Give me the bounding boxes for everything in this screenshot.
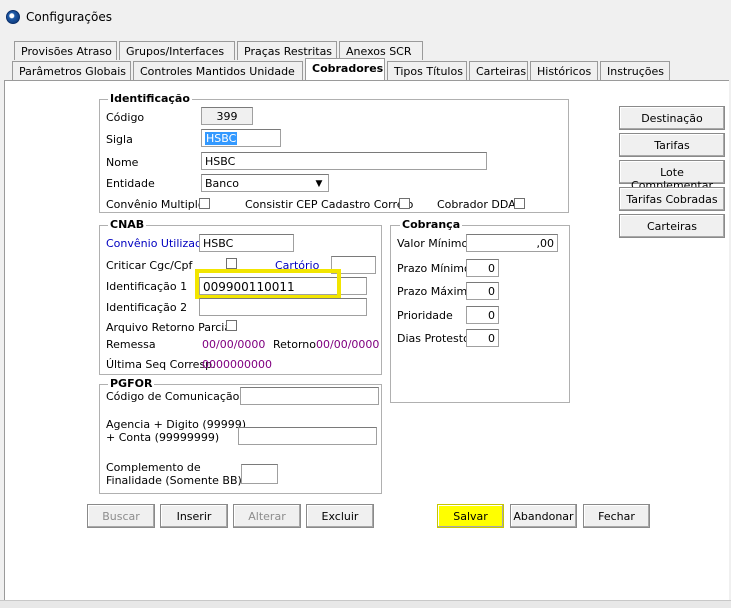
- tab-grupos-interfaces[interactable]: Grupos/Interfaces: [119, 41, 235, 60]
- agencia-label-line2: + Conta (99999999): [106, 431, 220, 444]
- consistir-cep-checkbox[interactable]: [399, 198, 410, 209]
- complemento-label-line1: Complemento de: [106, 461, 201, 474]
- fechar-button[interactable]: Fechar: [583, 504, 650, 528]
- codigo-comunicacao-field[interactable]: [240, 387, 379, 405]
- convenio-utilizado-field[interactable]: HSBC: [199, 234, 294, 252]
- sigla-value: HSBC: [205, 132, 238, 145]
- remessa-label: Remessa: [106, 338, 156, 351]
- valor-minimo-field[interactable]: ,00: [466, 234, 558, 252]
- arquivo-retorno-parcial-label: Arquivo Retorno Parcial: [106, 321, 235, 334]
- tab-carteiras[interactable]: Carteiras: [469, 61, 528, 80]
- codigo-label: Código: [106, 111, 145, 124]
- tab-parametros-globais[interactable]: Parâmetros Globais: [12, 61, 131, 80]
- identificacao-legend: Identificação: [108, 92, 192, 105]
- identificacao1-label: Identificação 1: [106, 280, 188, 293]
- sigla-label: Sigla: [106, 133, 133, 146]
- nome-field[interactable]: HSBC: [201, 152, 487, 170]
- title-bar: Configurações: [0, 0, 731, 34]
- identificacao2-label: Identificação 2: [106, 301, 188, 314]
- criticar-cgc-cpf-checkbox[interactable]: [226, 258, 237, 269]
- ultima-seq-label: Última Seq Corresp.: [106, 358, 216, 371]
- entidade-select[interactable]: Banco ▼: [201, 174, 329, 192]
- prioridade-label: Prioridade: [397, 309, 453, 322]
- consistir-cep-label: Consistir CEP Cadastro Correio: [245, 198, 414, 211]
- remessa-date: 00/00/0000: [202, 338, 266, 351]
- app-icon: [6, 10, 20, 24]
- prazo-maximo-field[interactable]: 0: [466, 282, 499, 300]
- window-title: Configurações: [26, 10, 112, 24]
- agencia-conta-field[interactable]: [238, 427, 377, 445]
- excluir-button[interactable]: Excluir: [306, 504, 374, 528]
- codigo-field: 399: [201, 107, 253, 125]
- criticar-cgc-cpf-label: Criticar Cgc/Cpf: [106, 259, 193, 272]
- convenio-multiplo-label: Convênio Multiplo: [106, 198, 205, 211]
- prazo-maximo-label: Prazo Máximo: [397, 285, 474, 298]
- chevron-down-icon[interactable]: ▼: [311, 176, 327, 191]
- sigla-field[interactable]: HSBC: [201, 129, 281, 147]
- tarifas-button[interactable]: Tarifas: [619, 133, 725, 157]
- convenio-multiplo-checkbox[interactable]: [199, 198, 210, 209]
- codigo-comunicacao-label: Código de Comunicação: [106, 390, 240, 403]
- entidade-value: Banco: [205, 177, 240, 190]
- valor-minimo-label: Valor Mínimo: [397, 237, 469, 250]
- nome-label: Nome: [106, 156, 139, 169]
- prazo-minimo-field[interactable]: 0: [466, 259, 499, 277]
- destinacao-button[interactable]: Destinação: [619, 106, 725, 130]
- complemento-label-line2: Finalidade (Somente BB): [106, 474, 242, 487]
- tab-historicos[interactable]: Históricos: [530, 61, 598, 80]
- complemento-field[interactable]: [241, 464, 278, 484]
- arquivo-retorno-parcial-checkbox[interactable]: [226, 320, 237, 331]
- cobranca-legend: Cobrança: [400, 218, 463, 231]
- cobrador-dda-label: Cobrador DDA: [437, 198, 516, 211]
- retorno-date: 00/00/0000: [316, 338, 380, 351]
- cobrador-dda-checkbox[interactable]: [514, 198, 525, 209]
- dias-protesto-field[interactable]: 0: [466, 329, 499, 347]
- inserir-button[interactable]: Inserir: [160, 504, 228, 528]
- identificacao2-field[interactable]: [199, 298, 367, 316]
- abandonar-button[interactable]: Abandonar: [510, 504, 577, 528]
- convenio-utilizado-link[interactable]: Convênio Utilizado: [106, 237, 209, 250]
- prazo-minimo-label: Prazo Mínimo: [397, 262, 471, 275]
- alterar-button[interactable]: Alterar: [233, 504, 301, 528]
- tab-cobradores[interactable]: Cobradores: [305, 58, 385, 80]
- tab-provisoes-atraso[interactable]: Provisões Atraso: [14, 41, 117, 60]
- lote-complementar-button[interactable]: Lote Complementar: [619, 160, 725, 192]
- carteiras-button[interactable]: Carteiras: [619, 214, 725, 238]
- pgfor-legend: PGFOR: [108, 377, 155, 390]
- dias-protesto-label: Dias Protesto: [397, 332, 470, 345]
- salvar-button[interactable]: Salvar: [437, 504, 504, 528]
- entidade-label: Entidade: [106, 177, 155, 190]
- retorno-label: Retorno: [273, 338, 316, 351]
- ultima-seq-value: 0000000000: [202, 358, 272, 371]
- agencia-label-line1: Agencia + Digito (99999): [106, 418, 246, 431]
- tab-tipos-titulos[interactable]: Tipos Títulos: [387, 61, 467, 80]
- tab-controles-mantidos-unidade[interactable]: Controles Mantidos Unidade: [133, 61, 303, 80]
- tarifas-cobradas-button[interactable]: Tarifas Cobradas: [619, 187, 725, 211]
- tab-instrucoes[interactable]: Instruções: [600, 61, 670, 80]
- identificacao1-highlight: [195, 269, 341, 299]
- prioridade-field[interactable]: 0: [466, 306, 499, 324]
- cnab-legend: CNAB: [108, 218, 147, 231]
- buscar-button[interactable]: Buscar: [87, 504, 155, 528]
